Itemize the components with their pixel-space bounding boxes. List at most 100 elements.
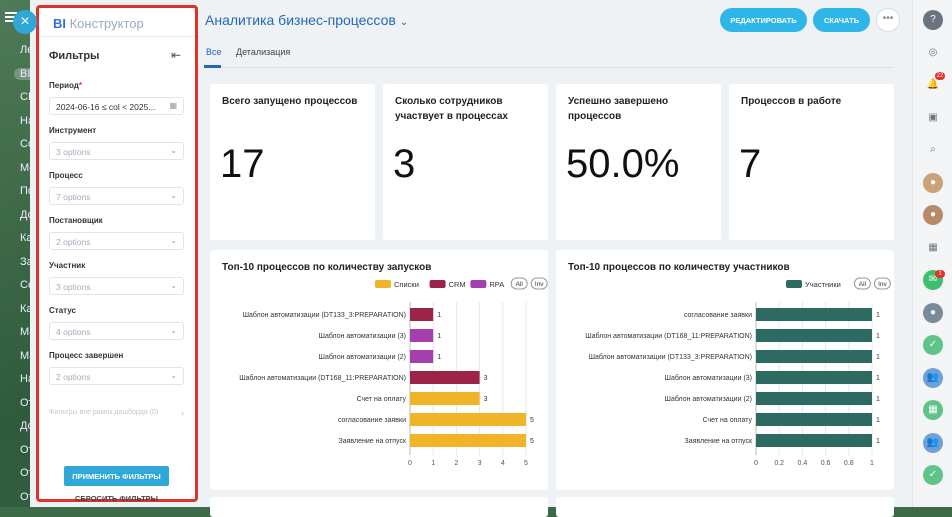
bar[interactable]	[756, 413, 872, 426]
calendar-icon[interactable]: ▦	[923, 400, 943, 420]
bar[interactable]	[410, 434, 526, 447]
data-label: 1	[876, 417, 880, 424]
x-tick-label: 0.4	[798, 460, 808, 467]
kpi-card: Процессов в работе 7	[729, 84, 894, 240]
edit-button[interactable]: РЕДАКТИРОВАТЬ	[720, 8, 807, 32]
bar[interactable]	[410, 392, 480, 405]
data-label: 1	[876, 312, 880, 319]
filter-placeholder: 7 options	[56, 192, 91, 202]
y-tick-label: Счет на оплату	[357, 396, 407, 403]
x-tick-label: 2	[454, 460, 458, 467]
legend-label[interactable]: Участники	[805, 280, 841, 289]
filter-select[interactable]: 2 options ⌄	[49, 367, 184, 385]
avatar-3[interactable]: ●	[923, 302, 943, 323]
chart-card	[210, 497, 548, 517]
data-label: 1	[876, 333, 880, 340]
group-icon[interactable]: 👥	[923, 432, 943, 453]
chat-icon[interactable]: ▣	[923, 108, 943, 128]
widgets-icon[interactable]: ▦	[923, 238, 943, 258]
x-tick-label: 0.8	[844, 460, 854, 467]
legend-toggle-label: Inv	[878, 281, 887, 288]
download-button[interactable]: СКАЧАТЬ	[813, 8, 870, 32]
filter-label: Процесс завершен	[49, 351, 124, 360]
filter-value: 2024-06-16 ≤ col < 2025...	[56, 102, 156, 112]
bar[interactable]	[756, 329, 872, 342]
search-icon[interactable]: ⌕	[923, 140, 943, 160]
legend-label[interactable]: Списки	[394, 280, 419, 289]
more-icon[interactable]: •••	[876, 8, 900, 32]
data-label: 1	[876, 438, 880, 445]
filter-label: Участник	[49, 261, 86, 270]
chevron-down-icon: ⌄	[170, 326, 177, 335]
contacts-icon[interactable]: 👥	[923, 367, 943, 388]
y-tick-label: согласование заявки	[684, 312, 752, 319]
data-label: 1	[876, 354, 880, 361]
y-tick-label: Шаблон автоматизации (2)	[319, 353, 406, 361]
notifications-badge: 22	[935, 72, 945, 80]
openai-icon[interactable]: ◎	[923, 43, 943, 63]
avatar-2[interactable]: ●	[923, 205, 943, 225]
bar[interactable]	[756, 308, 872, 321]
avatar-badge: 1	[935, 270, 945, 278]
bar[interactable]	[756, 371, 872, 384]
help-icon[interactable]: ?	[923, 10, 943, 30]
y-tick-label: Шаблон автоматизации (2)	[665, 395, 752, 403]
bar[interactable]	[410, 329, 434, 342]
bar[interactable]	[410, 371, 480, 384]
bar[interactable]	[410, 350, 434, 363]
outside-filters-link[interactable]: Фильтры вне рамок дашборда (0) ›	[49, 407, 184, 419]
chart-card-launches: Топ-10 процессов по количеству запусков …	[210, 250, 548, 490]
bar[interactable]	[756, 350, 872, 363]
bar[interactable]	[756, 434, 872, 447]
data-label: 5	[530, 417, 534, 424]
legend-label[interactable]: RPA	[489, 280, 504, 289]
divider	[39, 36, 195, 37]
kpi-value: 50.0%	[566, 142, 680, 186]
bi-logo: BI Конструктор	[53, 16, 144, 31]
data-label: 1	[437, 354, 441, 361]
x-tick-label: 3	[478, 460, 482, 467]
y-tick-label: Шаблон автоматизации (DT168_11:PREPARATI…	[239, 374, 406, 382]
filter-select[interactable]: 4 options ⌄	[49, 322, 184, 340]
kpi-title: Процессов в работе	[741, 96, 842, 107]
legend-swatch	[470, 280, 487, 288]
filter-select[interactable]: 3 options ⌄	[49, 142, 184, 160]
filter-select[interactable]: 7 options ⌄	[49, 187, 184, 205]
avatar-1[interactable]: ●	[923, 172, 943, 193]
check-icon[interactable]: ✓	[923, 465, 943, 485]
legend-swatch	[786, 280, 802, 288]
filter-placeholder: 3 options	[56, 147, 91, 157]
legend-swatch	[429, 280, 446, 288]
reset-filters-button[interactable]: СБРОСИТЬ ФИЛЬТРЫ	[64, 494, 169, 503]
chevron-down-icon: ⌄	[170, 191, 177, 200]
chevron-down-icon: ⌄	[170, 236, 177, 245]
apply-filters-button[interactable]: ПРИМЕНИТЬ ФИЛЬТРЫ	[64, 466, 169, 486]
active-tab-indicator	[204, 65, 221, 68]
filter-placeholder: 4 options	[56, 327, 91, 337]
close-icon[interactable]: ×	[13, 10, 37, 34]
kpi-title: Сколько сотрудников участвует в процесса…	[395, 96, 508, 122]
filter-select[interactable]: 2 options ⌄	[49, 232, 184, 250]
tasks-icon[interactable]: ✓	[923, 335, 943, 355]
legend-label[interactable]: CRM	[449, 280, 466, 289]
x-tick-label: 1	[431, 460, 435, 467]
bar[interactable]	[410, 308, 434, 321]
data-label: 1	[437, 312, 441, 319]
filter-select[interactable]: 3 options ⌄	[49, 277, 184, 295]
filter-label: Статус	[49, 306, 76, 315]
kpi-card: Сколько сотрудников участвует в процесса…	[383, 84, 548, 240]
collapse-panel-icon[interactable]: ⇤	[171, 48, 181, 62]
bar[interactable]	[756, 392, 872, 405]
x-tick-label: 0	[754, 460, 758, 467]
page-title[interactable]: Аналитика бизнес-процессов ⌄	[205, 12, 408, 28]
kpi-value: 3	[393, 142, 416, 186]
period-field[interactable]: 2024-06-16 ≤ col < 2025... ▦	[49, 97, 184, 115]
bar[interactable]	[410, 413, 526, 426]
tab-all[interactable]: Все	[206, 47, 222, 57]
right-rail: ? ◎ 🔔 ▣ ⌕ ● ● ▦ ✉ ● ✓ 👥 ▦ 👥 ✓ 22 1	[912, 0, 952, 507]
chart-card	[556, 497, 894, 517]
chart-title: Топ-10 процессов по количеству запусков	[222, 262, 432, 273]
tab-details[interactable]: Детализация	[236, 47, 290, 57]
filter-panel: BI Конструктор Фильтры ⇤ Фильтры вне рам…	[36, 5, 198, 503]
kpi-card: Успешно завершено процессов 50.0%	[556, 84, 721, 240]
